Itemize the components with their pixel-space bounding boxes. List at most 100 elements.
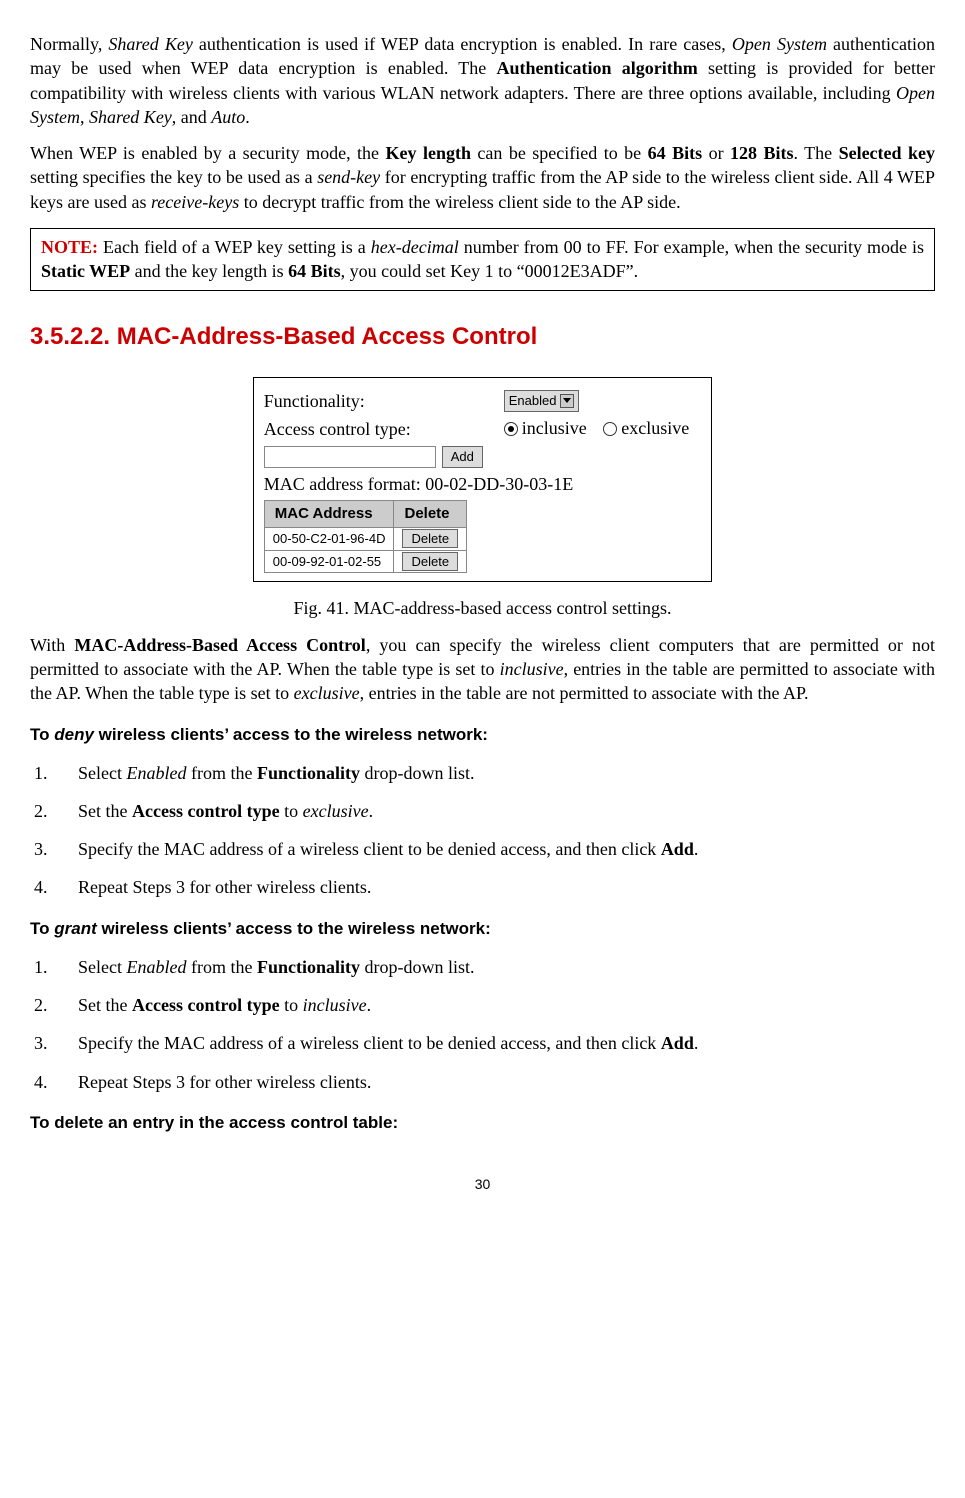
radio-icon: [603, 422, 617, 436]
text: Repeat Steps 3 for other wireless client…: [78, 1072, 371, 1092]
text: to decrypt traffic from the wireless cli…: [239, 192, 680, 212]
list-item: Repeat Steps 3 for other wireless client…: [30, 875, 935, 899]
mac-cell: 00-50-C2-01-96-4D: [264, 528, 394, 551]
text: ,: [80, 107, 89, 127]
text-bold: Access control type: [132, 801, 280, 821]
radio-inclusive-label: inclusive: [522, 416, 587, 440]
deny-heading: To deny wireless clients’ access to the …: [30, 724, 935, 747]
table-row: 00-09-92-01-02-55 Delete: [264, 550, 466, 573]
access-control-type-label: Access control type:: [264, 417, 444, 441]
radio-exclusive-label: exclusive: [621, 416, 689, 440]
functionality-select[interactable]: Enabled: [504, 390, 580, 412]
delete-button[interactable]: Delete: [402, 529, 458, 548]
deny-steps: Select Enabled from the Functionality dr…: [30, 761, 935, 900]
text: Specify the MAC address of a wireless cl…: [78, 839, 661, 859]
text-italic: Enabled: [126, 957, 186, 977]
figure-caption: Fig. 41. MAC-address-based access contro…: [30, 596, 935, 620]
functionality-value: Enabled: [509, 392, 557, 410]
section-heading: 3.5.2.2. MAC-Address-Based Access Contro…: [30, 321, 935, 353]
text-italic: grant: [54, 919, 97, 938]
radio-exclusive[interactable]: exclusive: [603, 416, 689, 440]
list-item: Select Enabled from the Functionality dr…: [30, 955, 935, 979]
mac-address-input[interactable]: [264, 446, 436, 468]
text-bold: Functionality: [257, 957, 360, 977]
text-italic: Open System: [732, 34, 827, 54]
text: .: [245, 107, 250, 127]
text: from the: [186, 763, 256, 783]
text: authentication is used if WEP data encry…: [193, 34, 732, 54]
text: Repeat Steps 3 for other wireless client…: [78, 877, 371, 897]
paragraph-2: When WEP is enabled by a security mode, …: [30, 141, 935, 214]
text: can be specified to be: [471, 143, 648, 163]
text: and the key length is: [130, 261, 288, 281]
text: .: [694, 839, 699, 859]
text-bold: 64 Bits: [648, 143, 702, 163]
text: , and: [172, 107, 212, 127]
text-bold: 64 Bits: [288, 261, 341, 281]
text-italic: receive-keys: [151, 192, 239, 212]
text: to: [280, 801, 303, 821]
mac-format-note: MAC address format: 00-02-DD-30-03-1E: [264, 472, 701, 496]
figure-frame: Functionality: Enabled Access control ty…: [253, 377, 712, 582]
text: Select: [78, 957, 126, 977]
list-item: Select Enabled from the Functionality dr…: [30, 761, 935, 785]
table-header-row: MAC Address Delete: [264, 501, 466, 528]
radio-icon: [504, 422, 518, 436]
text-italic: exclusive: [303, 801, 369, 821]
text: from the: [186, 957, 256, 977]
paragraph-3: With MAC-Address-Based Access Control, y…: [30, 633, 935, 706]
note-label: NOTE:: [41, 237, 98, 257]
text-bold: Add: [661, 839, 694, 859]
list-item: Specify the MAC address of a wireless cl…: [30, 837, 935, 861]
text-bold: Static WEP: [41, 261, 130, 281]
text: . The: [793, 143, 838, 163]
text: To: [30, 725, 54, 744]
functionality-row: Functionality: Enabled: [264, 389, 701, 413]
text: , you could set Key 1 to “00012E3ADF”.: [341, 261, 638, 281]
functionality-label: Functionality:: [264, 389, 444, 413]
text: or: [702, 143, 730, 163]
text-bold: Authentication algorithm: [497, 58, 698, 78]
add-button[interactable]: Add: [442, 446, 483, 468]
text-bold: Access control type: [132, 995, 280, 1015]
text: .: [694, 1033, 699, 1053]
note-box: NOTE: Each field of a WEP key setting is…: [30, 228, 935, 291]
radio-inclusive[interactable]: inclusive: [504, 416, 587, 440]
text: Specify the MAC address of a wireless cl…: [78, 1033, 661, 1053]
text: , entries in the table are not permitted…: [360, 683, 809, 703]
delete-button[interactable]: Delete: [402, 552, 458, 571]
chevron-down-icon: [560, 394, 574, 408]
paragraph-1: Normally, Shared Key authentication is u…: [30, 32, 935, 129]
text-italic: hex-decimal: [371, 237, 459, 257]
text-bold: Selected key: [839, 143, 935, 163]
text: With: [30, 635, 74, 655]
text: setting specifies the key to be used as …: [30, 167, 317, 187]
text: number from 00 to FF. For example, when …: [459, 237, 924, 257]
mac-address-table: MAC Address Delete 00-50-C2-01-96-4D Del…: [264, 500, 467, 573]
text: Set the: [78, 801, 132, 821]
text-bold: Key length: [386, 143, 471, 163]
text-italic: Shared Key: [89, 107, 172, 127]
figure-41: Functionality: Enabled Access control ty…: [30, 377, 935, 621]
text-italic: exclusive: [294, 683, 360, 703]
text: Each field of a WEP key setting is a: [98, 237, 371, 257]
access-control-type-row: Access control type: inclusive exclusive: [264, 416, 701, 441]
text: Select: [78, 763, 126, 783]
text-italic: Enabled: [126, 763, 186, 783]
text-bold: Functionality: [257, 763, 360, 783]
text-bold: 128 Bits: [730, 143, 793, 163]
th-delete: Delete: [394, 501, 467, 528]
text: To: [30, 919, 54, 938]
table-row: 00-50-C2-01-96-4D Delete: [264, 528, 466, 551]
text-italic: deny: [54, 725, 94, 744]
text-italic: inclusive: [303, 995, 367, 1015]
text: to: [280, 995, 303, 1015]
page-number: 30: [30, 1175, 935, 1194]
text: .: [367, 995, 372, 1015]
text: Set the: [78, 995, 132, 1015]
text-italic: Auto: [211, 107, 245, 127]
th-mac-address: MAC Address: [264, 501, 394, 528]
add-mac-row: Add: [264, 446, 701, 468]
text: Normally,: [30, 34, 108, 54]
list-item: Set the Access control type to exclusive…: [30, 799, 935, 823]
